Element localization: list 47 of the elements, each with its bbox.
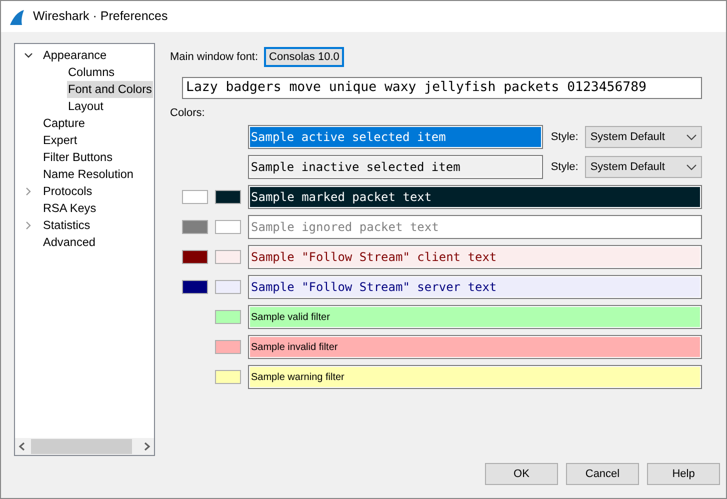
color-swatch[interactable] (182, 280, 208, 294)
color-swatch[interactable] (215, 190, 241, 204)
scrollbar-thumb[interactable] (31, 439, 132, 454)
style-dropdown[interactable]: System Default (585, 156, 702, 178)
font-sample-field[interactable]: Lazy badgers move unique waxy jellyfish packets 0123456789 (182, 77, 702, 99)
color-swatch[interactable] (182, 190, 208, 204)
tree-item[interactable]: Capture (42, 114, 86, 132)
tree-item[interactable]: Name Resolution (42, 166, 134, 184)
tree-item[interactable]: Layout (67, 98, 104, 116)
color-swatch[interactable] (182, 250, 208, 264)
color-swatch[interactable] (215, 220, 241, 234)
tree-item[interactable]: Font and Colors (67, 80, 153, 98)
color-sample-field: Sample "Follow Stream" server text (248, 275, 702, 299)
tree-item[interactable]: Filter Buttons (42, 148, 114, 166)
color-swatch[interactable] (215, 250, 241, 264)
color-sample-field: Sample "Follow Stream" client text (248, 245, 702, 269)
dialog-button[interactable]: Cancel (566, 463, 639, 485)
tree-item[interactable]: Statistics (42, 216, 92, 234)
color-swatch[interactable] (215, 310, 241, 324)
font-button[interactable]: Consolas 10.0 (264, 47, 344, 67)
color-sample-field: Sample warning filter (248, 365, 702, 389)
colors-label: Colors: (170, 106, 206, 119)
app-icon (9, 8, 25, 24)
color-swatch[interactable] (215, 280, 241, 294)
horizontal-scrollbar[interactable] (15, 438, 154, 455)
font-label: Main window font: (170, 50, 258, 65)
color-sample-field: Sample invalid filter (248, 335, 702, 359)
color-sample-field: Sample active selected item (248, 125, 543, 149)
tree-item[interactable]: RSA Keys (42, 200, 98, 218)
style-label: Style: (550, 160, 578, 175)
color-sample-field: Sample inactive selected item (248, 155, 543, 179)
tree-item[interactable]: Columns (67, 64, 116, 82)
color-sample-field: Sample valid filter (248, 305, 702, 329)
tree-item[interactable]: Appearance (42, 46, 108, 64)
window-title: Wireshark · Preferences (33, 8, 168, 26)
tree-item[interactable]: Advanced (42, 234, 96, 252)
color-swatch[interactable] (215, 340, 241, 354)
color-swatch[interactable] (182, 220, 208, 234)
color-swatch[interactable] (215, 370, 241, 384)
tree-item[interactable]: Expert (42, 132, 78, 150)
style-label: Style: (550, 130, 578, 145)
dialog-button[interactable]: OK (485, 463, 558, 485)
tree-item[interactable]: Protocols (42, 182, 94, 200)
color-sample-field: Sample ignored packet text (248, 215, 702, 239)
color-sample-field: Sample marked packet text (248, 185, 702, 209)
style-dropdown[interactable]: System Default (585, 126, 702, 148)
dialog-button[interactable]: Help (647, 463, 720, 485)
